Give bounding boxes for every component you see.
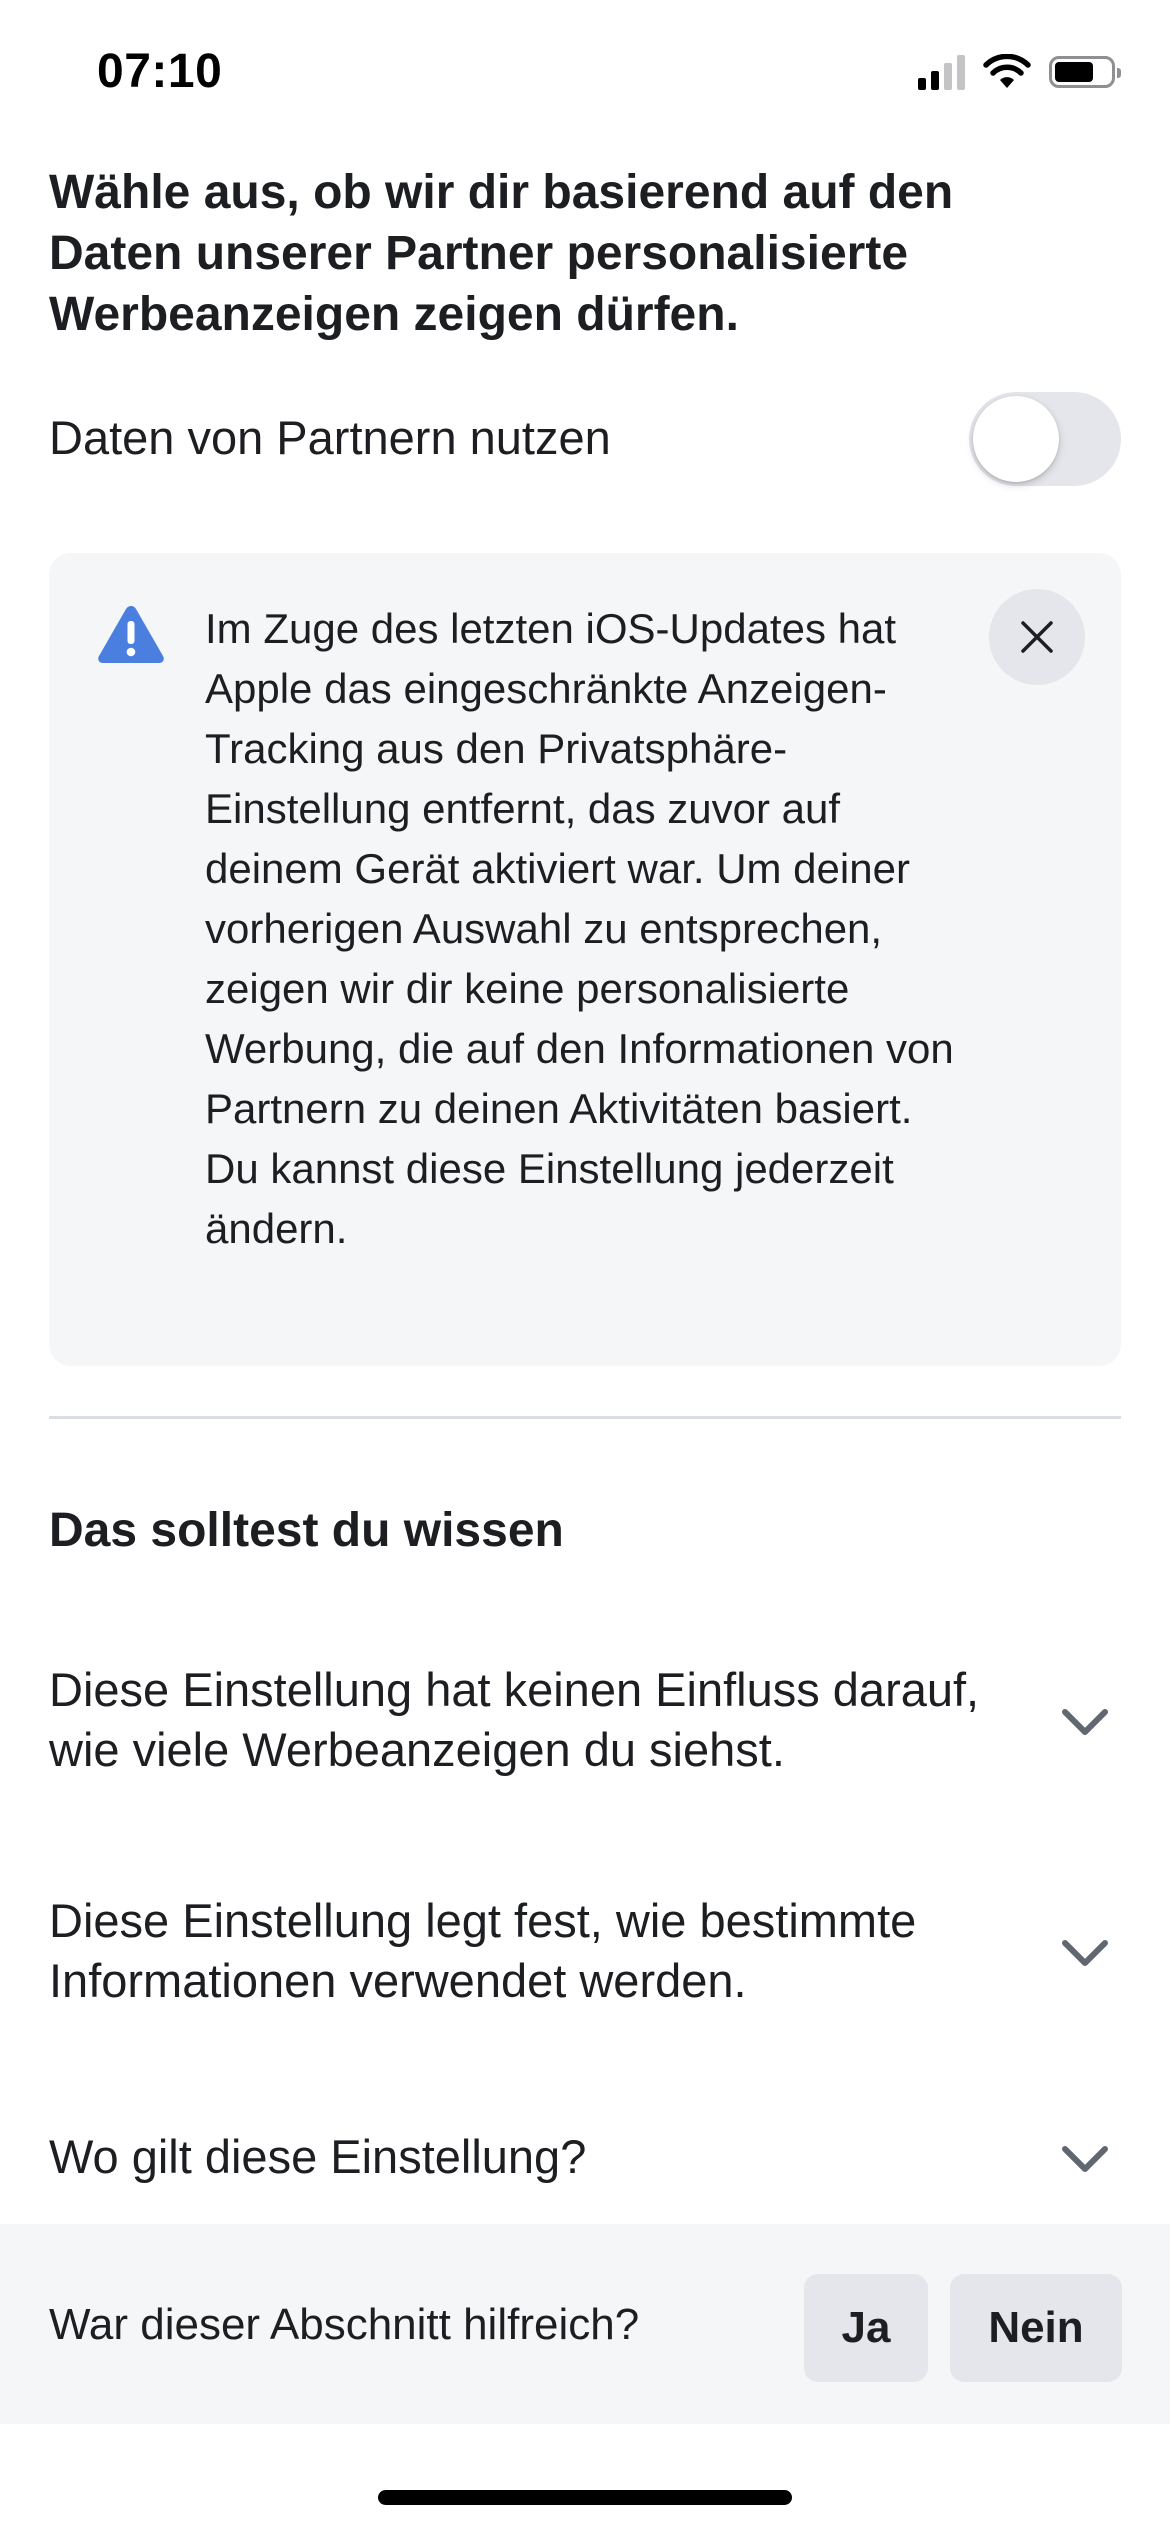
- status-bar: 07:10: [0, 0, 1170, 150]
- section-title: Das solltest du wissen: [49, 1504, 564, 1557]
- switch-knob: [973, 396, 1059, 482]
- cellular-signal-icon: [918, 54, 965, 90]
- status-time: 07:10: [97, 45, 223, 98]
- faq-item-ad-count[interactable]: Diese Einstellung hat keinen Einfluss da…: [49, 1660, 1121, 1780]
- faq-item-info-usage[interactable]: Diese Einstellung legt fest, wie bestimm…: [49, 1891, 1121, 2011]
- toggle-label: Daten von Partnern nutzen: [49, 411, 611, 464]
- chevron-down-icon: [1062, 1709, 1108, 1735]
- home-indicator[interactable]: [378, 2490, 792, 2505]
- ios-update-notice: Im Zuge des letzten iOS-Updates hat Appl…: [49, 553, 1121, 1366]
- battery-icon: [1049, 56, 1121, 88]
- chevron-down-icon: [1062, 1940, 1108, 1966]
- feedback-bar: War dieser Abschnitt hilfreich? Ja Nein: [0, 2224, 1170, 2424]
- partner-data-switch[interactable]: [969, 392, 1121, 486]
- status-icons: [918, 52, 1121, 92]
- partner-data-toggle-row: Daten von Partnern nutzen: [49, 392, 1121, 486]
- close-icon: [1021, 621, 1053, 653]
- faq-item-scope[interactable]: Wo gilt diese Einstellung?: [49, 2127, 1121, 2191]
- feedback-yes-button[interactable]: Ja: [804, 2274, 928, 2382]
- faq-item-text: Diese Einstellung hat keinen Einfluss da…: [49, 1663, 980, 1776]
- feedback-question: War dieser Abschnitt hilfreich?: [49, 2300, 640, 2349]
- section-divider: [49, 1416, 1121, 1419]
- warning-triangle-icon: [98, 606, 164, 663]
- close-notice-button[interactable]: [989, 589, 1085, 685]
- faq-item-text: Diese Einstellung legt fest, wie bestimm…: [49, 1894, 917, 2007]
- wifi-icon: [983, 54, 1031, 88]
- page-headline: Wähle aus, ob wir dir basierend auf den …: [49, 166, 954, 341]
- chevron-down-icon: [1062, 2146, 1108, 2172]
- notice-text: Im Zuge des letzten iOS-Updates hat Appl…: [205, 605, 954, 1252]
- feedback-no-button[interactable]: Nein: [950, 2274, 1122, 2382]
- faq-item-text: Wo gilt diese Einstellung?: [49, 2130, 587, 2183]
